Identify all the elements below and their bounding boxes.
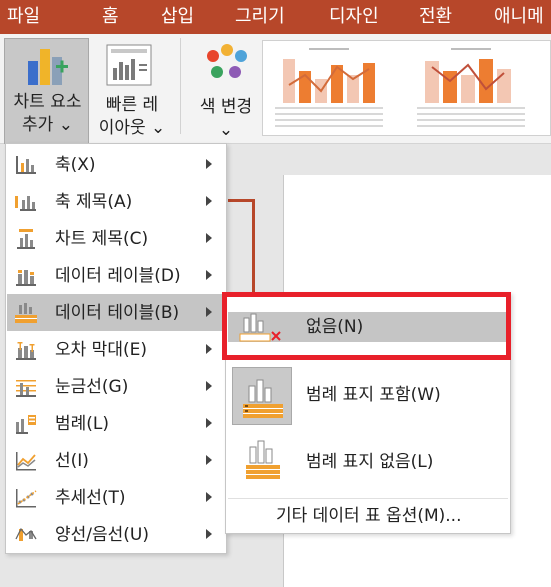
data-labels-icon xyxy=(16,270,36,286)
chart-style-thumb-1[interactable] xyxy=(269,45,389,131)
menu-item-error-bars[interactable]: 오차 막대(E) xyxy=(7,331,225,368)
menu-item-label: 축 제목(A) xyxy=(55,192,133,212)
chart-title-icon xyxy=(17,229,35,249)
add-chart-element-menu: 축(X) 축 제목(A) 차트 제목(C) 데이터 레이블(D) 데이터 테이블… xyxy=(5,143,227,554)
tab-design[interactable]: 디자인 xyxy=(329,2,379,28)
tab-transitions[interactable]: 전환 xyxy=(419,2,452,28)
tab-insert[interactable]: 삽입 xyxy=(161,2,194,28)
menu-item-chart-title[interactable]: 차트 제목(C) xyxy=(7,220,225,257)
submenu-divider xyxy=(228,498,508,499)
submenu-arrow-icon xyxy=(206,307,212,317)
menu-item-data-labels[interactable]: 데이터 레이블(D) xyxy=(7,257,225,294)
menu-item-up-down-bars[interactable]: 양선/음선(U) xyxy=(7,516,225,553)
menu-item-axis-titles[interactable]: 축 제목(A) xyxy=(7,183,225,220)
data-table-no-legend-icon xyxy=(246,440,280,479)
submenu-arrow-icon xyxy=(206,344,212,354)
submenu-item-more-options[interactable]: 기타 데이터 표 옵션(M)... xyxy=(228,501,508,531)
menu-item-label: 축(X) xyxy=(55,155,96,175)
menu-item-label: 오차 막대(E) xyxy=(55,340,147,360)
menu-item-label: 양선/음선(U) xyxy=(55,525,149,545)
submenu-item-with-legend-label: 범례 표지 포함(W) xyxy=(306,385,441,405)
menu-item-axes[interactable]: 축(X) xyxy=(7,146,225,183)
submenu-arrow-icon xyxy=(206,381,212,391)
add-chart-element-label-1: 차트 요소 xyxy=(13,92,82,112)
menu-item-lines[interactable]: 선(I) xyxy=(7,442,225,479)
quick-layout-button[interactable]: 빠른 레 이아웃 ⌄ xyxy=(92,38,172,144)
submenu-arrow-icon xyxy=(206,418,212,428)
tab-draw[interactable]: 그리기 xyxy=(235,2,285,28)
menu-item-label: 데이터 레이블(D) xyxy=(55,266,181,286)
submenu-arrow-icon xyxy=(206,455,212,465)
menu-item-legend[interactable]: 범례(L) xyxy=(7,405,225,442)
menu-item-label: 차트 제목(C) xyxy=(55,229,149,249)
chart-frame-edge-vertical xyxy=(252,199,255,295)
chart-styles-gallery xyxy=(262,40,551,136)
submenu-arrow-icon xyxy=(206,196,212,206)
change-colors-label: 색 변경 xyxy=(199,97,253,117)
trendline-icon xyxy=(16,489,37,508)
submenu-arrow-icon xyxy=(206,233,212,243)
lines-icon xyxy=(16,452,36,471)
submenu-arrow-icon xyxy=(206,159,212,169)
submenu-arrow-icon xyxy=(206,492,212,502)
axes-icon xyxy=(16,156,36,174)
tab-home[interactable]: 홈 xyxy=(102,2,119,28)
change-colors-caret: ⌄ xyxy=(218,120,234,140)
gridlines-icon xyxy=(16,380,36,397)
quick-layout-label-1: 빠른 레 xyxy=(105,95,159,115)
change-colors-button[interactable]: 색 변경 ⌄ xyxy=(188,38,264,144)
ribbon: 차트 요소 추가 ⌄ 빠른 레 이아웃 ⌄ 색 변경 ⌄ xyxy=(0,34,551,144)
menu-item-label: 선(I) xyxy=(55,451,89,471)
chart-style-thumb-2[interactable] xyxy=(411,45,531,131)
menu-item-label: 범례(L) xyxy=(55,414,110,434)
ribbon-tab-bar: 파일 홈 삽입 그리기 디자인 전환 애니메 xyxy=(0,0,551,34)
submenu-item-no-legend-label: 범례 표지 없음(L) xyxy=(306,452,434,472)
ribbon-separator xyxy=(180,38,181,134)
submenu-arrow-icon xyxy=(206,270,212,280)
menu-item-trendline[interactable]: 추세선(T) xyxy=(7,479,225,516)
add-chart-element-icon xyxy=(28,49,68,85)
quick-layout-icon xyxy=(106,44,152,86)
menu-item-label: 눈금선(G) xyxy=(55,377,129,397)
data-table-icon xyxy=(15,303,37,323)
data-table-with-legend-icon-graphic xyxy=(243,379,283,418)
error-bars-icon xyxy=(16,342,36,360)
menu-item-data-table[interactable]: 데이터 테이블(B) xyxy=(7,294,225,331)
data-table-with-legend-icon xyxy=(232,367,292,425)
menu-item-label: 데이터 테이블(B) xyxy=(55,303,180,323)
quick-layout-label-2: 이아웃 ⌄ xyxy=(98,118,166,138)
tab-file[interactable]: 파일 xyxy=(7,2,40,28)
legend-icon xyxy=(16,415,36,434)
palette-icon xyxy=(207,44,247,78)
add-chart-element-button[interactable]: 차트 요소 추가 ⌄ xyxy=(4,38,89,144)
highlight-box xyxy=(222,292,511,360)
submenu-item-with-legend-keys[interactable]: 범례 표지 포함(W) xyxy=(228,361,508,431)
up-down-bars-icon xyxy=(15,527,37,541)
add-chart-element-label-2: 추가 ⌄ xyxy=(22,115,73,135)
menu-item-label: 추세선(T) xyxy=(55,488,126,508)
submenu-item-no-legend-keys[interactable]: 범례 표지 없음(L) xyxy=(228,431,508,493)
tab-animations[interactable]: 애니메 xyxy=(494,2,544,28)
menu-item-gridlines[interactable]: 눈금선(G) xyxy=(7,368,225,405)
axis-titles-icon xyxy=(15,196,36,211)
submenu-item-more-options-label: 기타 데이터 표 옵션(M)... xyxy=(276,506,462,526)
chart-frame-edge xyxy=(228,199,255,202)
submenu-arrow-icon xyxy=(206,529,212,539)
